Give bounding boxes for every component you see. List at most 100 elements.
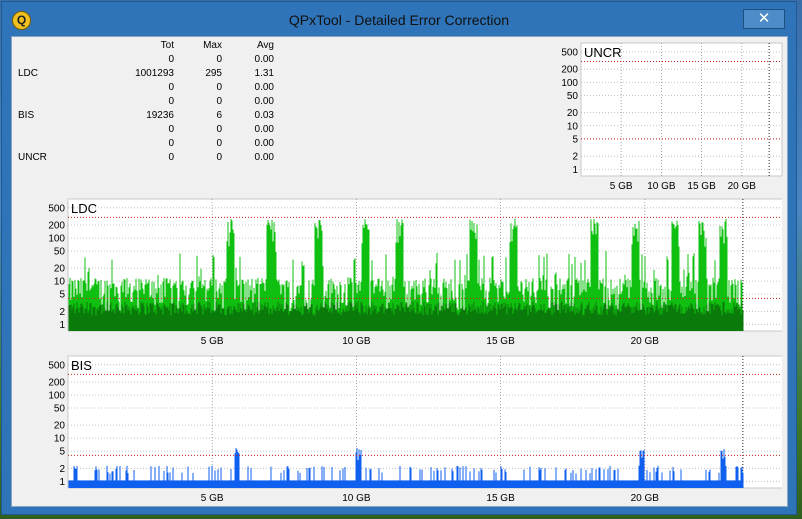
error-bar: [120, 480, 122, 488]
error-bar-low: [305, 302, 307, 331]
error-bar-low: [182, 302, 184, 331]
error-bar: [135, 480, 137, 488]
error-bar-low: [739, 309, 741, 331]
error-bar-low: [708, 302, 710, 331]
error-bar-low: [255, 312, 257, 331]
error-bar-low: [147, 306, 149, 331]
error-bar: [520, 480, 522, 488]
error-bar-low: [676, 311, 678, 331]
error-bar-low: [148, 313, 150, 331]
error-bar-low: [243, 304, 245, 331]
error-bar: [487, 480, 489, 488]
row-tot: 19236: [146, 110, 174, 121]
error-bar-low: [382, 303, 384, 331]
error-bar: [140, 480, 142, 488]
error-bar-low: [197, 303, 199, 331]
error-bar-low: [245, 312, 247, 331]
error-bar: [435, 480, 437, 488]
error-bar: [164, 480, 166, 488]
error-bar-low: [272, 305, 274, 331]
error-bar: [311, 480, 313, 488]
error-bar: [406, 480, 408, 488]
error-bar-low: [455, 303, 457, 331]
error-bar: [473, 468, 475, 488]
error-bar-low: [599, 315, 601, 331]
error-bar: [649, 472, 651, 488]
error-bar-low: [192, 311, 194, 331]
error-bar: [718, 472, 720, 488]
error-bar: [721, 226, 723, 331]
error-bar-low: [335, 309, 337, 331]
error-bar-low: [629, 307, 631, 331]
error-bar: [664, 480, 666, 488]
title-bar[interactable]: Q QPxTool - Detailed Error Correction ✕: [2, 2, 796, 38]
error-bar-low: [583, 314, 585, 331]
error-bar: [532, 480, 534, 488]
error-bar-low: [130, 314, 132, 331]
error-bar: [379, 480, 381, 488]
error-bar: [495, 472, 497, 488]
error-bar: [524, 480, 526, 488]
error-bar: [636, 480, 638, 488]
error-bar: [167, 472, 169, 488]
row-avg: 1.31: [254, 68, 274, 79]
error-bar: [417, 480, 419, 488]
error-bar: [371, 480, 373, 488]
error-bar: [374, 480, 376, 488]
x-tick-label: 10 GB: [342, 493, 371, 504]
error-bar: [483, 480, 485, 488]
error-bar: [598, 467, 600, 488]
error-bar: [395, 480, 397, 488]
error-bar-low: [726, 309, 728, 331]
error-bar: [511, 480, 513, 488]
error-bar-low: [515, 308, 517, 331]
error-bar: [208, 466, 210, 488]
error-bar-low: [741, 302, 743, 331]
error-bar: [125, 470, 127, 488]
error-bar-low: [650, 307, 652, 331]
error-bar: [618, 480, 620, 488]
error-bar: [354, 480, 356, 488]
error-bar-low: [357, 301, 359, 331]
error-bar: [678, 480, 680, 488]
error-bar-low: [270, 309, 272, 331]
error-bar-low: [576, 312, 578, 331]
close-button[interactable]: ✕: [743, 9, 785, 29]
error-bar: [260, 480, 262, 488]
error-bar-low: [387, 308, 389, 331]
error-bar-low: [126, 304, 128, 331]
error-bar-low: [610, 305, 612, 331]
error-bar: [430, 467, 432, 488]
error-bar-low: [373, 304, 375, 331]
error-bar-low: [392, 303, 394, 331]
error-bar-low: [374, 308, 376, 331]
x-tick-label: 5 GB: [201, 493, 224, 504]
error-bar-low: [531, 306, 533, 331]
error-bar: [98, 469, 100, 488]
error-bar-low: [277, 301, 279, 331]
row-tot: 0: [168, 82, 174, 93]
error-bar-low: [586, 305, 588, 331]
error-bar-low: [248, 305, 250, 331]
error-bar-low: [437, 315, 439, 331]
error-bar-low: [401, 302, 403, 331]
error-bar: [121, 480, 123, 488]
error-bar: [637, 480, 639, 488]
error-bar-low: [704, 314, 706, 331]
error-bar-low: [119, 310, 121, 331]
error-bar: [90, 480, 92, 488]
error-bar: [648, 480, 650, 488]
error-bar: [272, 480, 274, 488]
error-bar-low: [594, 310, 596, 331]
stats-row: 0 0 0.00: [16, 124, 274, 138]
error-bar: [221, 480, 223, 488]
error-bar: [646, 470, 648, 488]
error-bar-low: [533, 304, 535, 331]
error-bar: [669, 470, 671, 488]
error-bar-low: [689, 309, 691, 331]
error-bar: [206, 480, 208, 488]
error-bar: [535, 480, 537, 488]
error-bar: [292, 480, 294, 488]
error-bar: [257, 480, 259, 488]
error-bar: [633, 480, 635, 488]
